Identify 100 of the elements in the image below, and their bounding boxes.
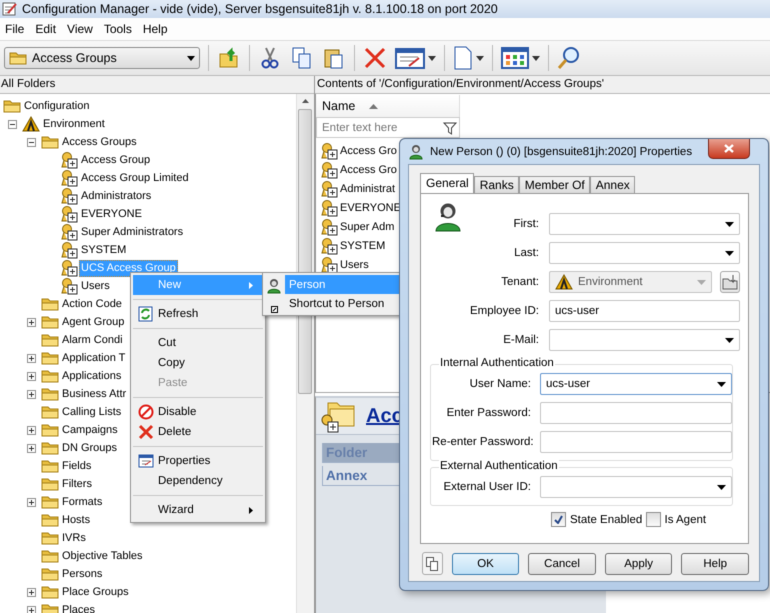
dropdown-field[interactable] <box>549 242 740 264</box>
tree-item[interactable]: Business Attr <box>60 386 128 402</box>
list-item[interactable]: Access Gro <box>340 164 397 176</box>
search-icon[interactable] <box>557 46 581 70</box>
tree-item[interactable]: Place Groups <box>60 584 131 600</box>
list-item[interactable]: Access Gro <box>340 144 397 156</box>
tab[interactable]: General <box>420 173 474 193</box>
new-document-icon[interactable] <box>453 46 473 70</box>
browse-button[interactable] <box>720 271 740 293</box>
context-menu-item[interactable]: Properties <box>133 451 263 471</box>
tree-item[interactable]: Access Group <box>79 152 152 168</box>
context-menu-item[interactable]: Cut <box>133 333 263 353</box>
pane-title: Contents of '/Configuration/Environment/Access Groups' <box>315 76 770 94</box>
text-field[interactable]: ucs-user <box>549 300 740 322</box>
key-group-icon <box>60 241 78 259</box>
filter-field[interactable]: Enter text here <box>316 117 460 138</box>
tree-item[interactable]: Administrators <box>79 188 154 204</box>
tree-item[interactable]: Calling Lists <box>60 404 124 420</box>
list-item[interactable]: Users <box>340 258 369 270</box>
menu-item[interactable]: Help <box>138 22 174 36</box>
dialog-button[interactable]: Help <box>681 552 749 574</box>
text-field[interactable] <box>540 402 732 424</box>
context-menu-item[interactable]: Wizard <box>133 500 263 520</box>
tree-item[interactable]: Access Groups <box>60 134 139 150</box>
menu-item[interactable]: Tools <box>98 22 138 36</box>
tree-item[interactable]: Access Group Limited <box>79 170 191 186</box>
tree-item[interactable]: Agent Group <box>60 314 126 330</box>
folder-icon <box>41 459 59 473</box>
person-icon <box>435 202 461 232</box>
tree-item[interactable]: Application T <box>60 350 128 366</box>
dropdown-field[interactable]: ucs-user <box>540 373 732 395</box>
sort-ascending-icon <box>369 104 378 108</box>
tree-item[interactable]: Super Administrators <box>79 224 186 240</box>
tree-item[interactable]: SYSTEM <box>79 242 128 258</box>
tree-item[interactable]: Environment <box>41 116 107 132</box>
list-item[interactable]: SYSTEM <box>340 240 386 252</box>
dropdown-field[interactable] <box>540 476 732 498</box>
list-item[interactable]: Administrat <box>340 182 396 194</box>
text-field[interactable] <box>540 431 732 453</box>
folder-selector[interactable]: Access Groups <box>4 47 200 69</box>
properties-icon <box>138 453 154 469</box>
menu-item[interactable]: View <box>62 22 99 36</box>
dialog-button[interactable]: Cancel <box>528 552 596 574</box>
tree-item[interactable]: Objective Tables <box>60 548 145 564</box>
tree-item[interactable]: Formats <box>60 494 104 510</box>
key-group-icon <box>60 169 78 187</box>
checkbox-label: Is Agent <box>664 514 706 526</box>
tree-item[interactable]: Persons <box>60 566 104 582</box>
close-button[interactable] <box>708 139 750 159</box>
tree-item[interactable]: Fields <box>60 458 94 474</box>
tree-item[interactable]: DN Groups <box>60 440 120 456</box>
column-header[interactable]: Name <box>316 95 460 117</box>
tree-item[interactable]: Places <box>60 602 98 613</box>
dropdown-field[interactable] <box>549 213 740 235</box>
tab[interactable]: Member Of <box>518 176 590 193</box>
context-menu-item[interactable]: Copy <box>133 353 263 373</box>
copy-button[interactable] <box>422 552 443 575</box>
dialog-button[interactable]: OK <box>452 552 520 574</box>
tree-item[interactable]: Action Code <box>60 296 124 312</box>
context-menu-item[interactable]: Refresh <box>133 304 263 324</box>
list-item[interactable]: EVERYONE <box>340 202 401 214</box>
dialog-button[interactable]: Apply <box>604 552 672 574</box>
tree-item[interactable]: Alarm Condi <box>60 332 125 348</box>
field-label: First: <box>512 218 540 230</box>
tab[interactable]: Ranks <box>474 176 519 193</box>
tree-item[interactable]: Filters <box>60 476 94 492</box>
dropdown-arrow-icon <box>697 280 706 284</box>
folder-icon <box>41 423 59 437</box>
submenu-item[interactable]: Shortcut to Person <box>263 294 399 313</box>
field-label: Enter Password: <box>446 407 532 419</box>
properties-icon[interactable] <box>395 47 425 69</box>
tree-item[interactable]: Campaigns <box>60 422 120 438</box>
tree-item[interactable]: Applications <box>60 368 124 384</box>
tree-item[interactable]: EVERYONE <box>79 206 144 222</box>
checkbox[interactable] <box>551 512 566 527</box>
menu-item[interactable]: File <box>0 22 30 36</box>
tree-item[interactable]: Users <box>79 278 112 294</box>
tree-item[interactable]: Configuration <box>22 98 92 114</box>
folder-icon <box>3 99 21 113</box>
list-item[interactable]: Super Adm <box>340 220 394 232</box>
delete-icon[interactable] <box>363 46 387 70</box>
refresh-icon <box>138 306 154 322</box>
menu-item[interactable]: Edit <box>30 22 62 36</box>
grid-view-icon[interactable] <box>501 47 529 69</box>
filter-icon[interactable] <box>443 121 457 135</box>
dropdown-field[interactable] <box>549 329 740 351</box>
tree-item[interactable]: Hosts <box>60 512 92 528</box>
context-menu-item[interactable]: Dependency <box>133 471 263 491</box>
checkbox[interactable] <box>646 512 660 527</box>
scroll-up-icon[interactable] <box>302 99 309 103</box>
person-icon <box>408 144 424 160</box>
tenant-icon <box>555 274 573 290</box>
tab[interactable]: Annex <box>590 176 635 193</box>
context-menu-item[interactable]: Disable <box>133 402 263 422</box>
context-menu-item[interactable]: Delete <box>133 422 263 442</box>
field-label: User Name: <box>468 378 532 390</box>
tree-item[interactable]: IVRs <box>60 530 88 546</box>
key-group-icon <box>320 180 338 198</box>
check-icon <box>554 515 563 524</box>
field-label: Re-enter Password: <box>432 436 535 448</box>
